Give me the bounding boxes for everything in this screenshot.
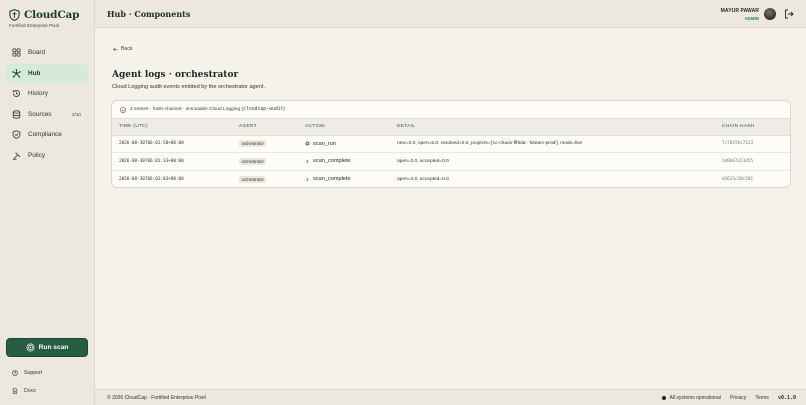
board-icon bbox=[12, 48, 21, 57]
row-chain-hash: 7c7015bc7123 bbox=[715, 135, 790, 153]
page-title: Agent logs · orchestrator bbox=[112, 70, 239, 80]
row-time: 2026-08-30T06:01:03+00:00 bbox=[119, 176, 184, 182]
brand[interactable]: CloudCap bbox=[9, 9, 79, 21]
logout-icon[interactable] bbox=[784, 9, 794, 19]
sidebar-nav: Board Hub History Sources 2/10 Complianc… bbox=[6, 43, 88, 167]
column-header-time[interactable]: TIME (UTC) bbox=[112, 119, 232, 136]
row-action: scan_complete bbox=[313, 158, 351, 165]
avatar[interactable] bbox=[764, 8, 776, 20]
scale-icon bbox=[12, 152, 21, 160]
brand-name: CloudCap bbox=[24, 9, 80, 21]
row-agent-cell: orchestrator bbox=[232, 170, 298, 187]
docs-link[interactable]: Docs bbox=[12, 388, 36, 394]
arrow-left-icon bbox=[113, 47, 118, 51]
card-note: 3 entries · hash-chained · immutable Clo… bbox=[112, 101, 790, 119]
row-chain-hash: d2615c50c581 bbox=[722, 176, 754, 182]
shield-check-icon bbox=[12, 130, 21, 140]
column-header-detail[interactable]: DETAIL bbox=[390, 119, 715, 136]
table-row[interactable]: 2026-08-30T06:01:03+00:00 orchestrator s… bbox=[112, 170, 790, 187]
sidebar-item-label: Policy bbox=[28, 151, 46, 159]
log-bucket-code: cloudcap-audit bbox=[243, 107, 284, 112]
main-content: Back Agent logs · orchestrator Cloud Log… bbox=[95, 28, 806, 389]
database-icon bbox=[12, 110, 21, 119]
user-role-badge: ADMIN bbox=[744, 16, 759, 21]
back-link[interactable]: Back bbox=[113, 46, 133, 52]
page-subtitle: Cloud Logging audit events emitted by th… bbox=[112, 84, 265, 90]
column-header-action[interactable]: ACTION bbox=[298, 119, 390, 136]
help-circle-icon bbox=[12, 370, 18, 376]
table-header-row: TIME (UTC) AGENT ACTION DETAIL CHAIN HAS… bbox=[112, 119, 790, 136]
sidebar-item-compliance[interactable]: Compliance bbox=[6, 125, 88, 144]
column-header-agent[interactable]: AGENT bbox=[232, 119, 298, 136]
sidebar-item-policy[interactable]: Policy bbox=[6, 146, 88, 165]
footer: © 2026 CloudCap · Fortified Enterprise P… bbox=[95, 389, 806, 405]
shield-check-icon bbox=[120, 106, 126, 113]
card-note-text: 3 entries · hash-chained · immutable Clo… bbox=[130, 107, 244, 112]
sidebar-item-label: Sources bbox=[28, 110, 52, 118]
system-status-label: All systems operational bbox=[669, 395, 721, 401]
top-bar: Hub · Components MAYUR PAWAR ADMIN bbox=[95, 0, 806, 28]
status-dot-icon bbox=[662, 395, 667, 400]
row-action: scan_complete bbox=[313, 176, 351, 182]
back-label: Back bbox=[121, 46, 133, 52]
version-label: v0.1.0 bbox=[777, 395, 796, 401]
footer-copyright: © 2026 CloudCap · Fortified Enterprise P… bbox=[107, 395, 206, 401]
agent-badge: orchestrator bbox=[239, 157, 267, 165]
gear-icon bbox=[305, 141, 310, 146]
support-label: Support bbox=[24, 370, 43, 376]
row-action-cell: scan_complete bbox=[298, 152, 390, 171]
run-scan-label: Run scan bbox=[38, 344, 69, 351]
row-action-cell: scan_complete bbox=[298, 170, 390, 187]
row-agent-cell: orchestrator bbox=[232, 135, 298, 153]
shield-logo-icon bbox=[9, 9, 20, 21]
row-agent-cell: orchestrator bbox=[232, 152, 298, 171]
chevron-icon bbox=[306, 177, 309, 181]
row-detail: open=3.0, accepted=0.0 bbox=[390, 152, 715, 171]
radar-icon bbox=[26, 343, 35, 352]
row-action: scan_run bbox=[313, 140, 337, 147]
sidebar: CloudCap Fortified Enterprise Pixel Boar… bbox=[0, 0, 95, 405]
hub-icon bbox=[12, 68, 21, 78]
history-icon bbox=[12, 90, 20, 98]
row-detail: open=4.0, accepted=0.0 bbox=[397, 176, 449, 182]
sidebar-item-label: Hub bbox=[28, 69, 41, 77]
row-time: 2026-08-30T06:01:50+00:00 bbox=[112, 135, 232, 153]
card-note-close: ) bbox=[283, 107, 286, 112]
sidebar-item-label: Compliance bbox=[28, 131, 62, 139]
sources-count-badge: 2/10 bbox=[72, 111, 81, 117]
agent-badge: orchestrator bbox=[239, 140, 267, 148]
agent-logs-card: 3 entries · hash-chained · immutable Clo… bbox=[111, 100, 791, 188]
sidebar-item-history[interactable]: History bbox=[6, 84, 88, 103]
row-action-cell: scan_run bbox=[298, 135, 390, 153]
terms-link[interactable]: Terms bbox=[755, 395, 769, 401]
document-icon bbox=[12, 388, 18, 394]
page-breadcrumb-title: Hub · Components bbox=[107, 9, 191, 19]
agent-logs-table: TIME (UTC) AGENT ACTION DETAIL CHAIN HAS… bbox=[112, 119, 790, 187]
sidebar-item-sources[interactable]: Sources 2/10 bbox=[6, 105, 88, 124]
run-scan-button[interactable]: Run scan bbox=[6, 338, 88, 357]
column-header-chain-hash[interactable]: CHAIN HASH bbox=[715, 119, 790, 136]
chevron-icon bbox=[306, 159, 309, 163]
row-time: 2026-08-30T06:01:33+00:00 bbox=[112, 152, 232, 171]
row-detail: new=0.0, open=5.0, resolved=0.0, project… bbox=[390, 135, 715, 153]
footer-links: All systems operational Privacy Terms v0… bbox=[662, 395, 796, 401]
table-row[interactable]: 2026-08-30T06:01:33+00:00 orchestrator s… bbox=[112, 152, 790, 171]
sidebar-item-label: Board bbox=[28, 49, 46, 56]
user-name: MAYUR PAWAR bbox=[720, 8, 759, 14]
agent-badge: orchestrator bbox=[239, 175, 267, 183]
sidebar-item-label: History bbox=[28, 90, 48, 98]
system-status: All systems operational bbox=[662, 395, 721, 401]
support-link[interactable]: Support bbox=[12, 370, 42, 376]
row-chain-hash: 5d0b67a51d55 bbox=[715, 152, 790, 171]
table-row[interactable]: 2026-08-30T06:01:50+00:00 orchestrator s… bbox=[112, 135, 790, 153]
docs-label: Docs bbox=[24, 388, 36, 394]
user-info[interactable]: MAYUR PAWAR ADMIN bbox=[721, 8, 759, 21]
sidebar-item-board[interactable]: Board bbox=[6, 43, 88, 62]
brand-subtitle: Fortified Enterprise Pixel bbox=[9, 23, 60, 28]
sidebar-item-hub[interactable]: Hub bbox=[6, 63, 88, 83]
privacy-link[interactable]: Privacy bbox=[730, 395, 746, 401]
